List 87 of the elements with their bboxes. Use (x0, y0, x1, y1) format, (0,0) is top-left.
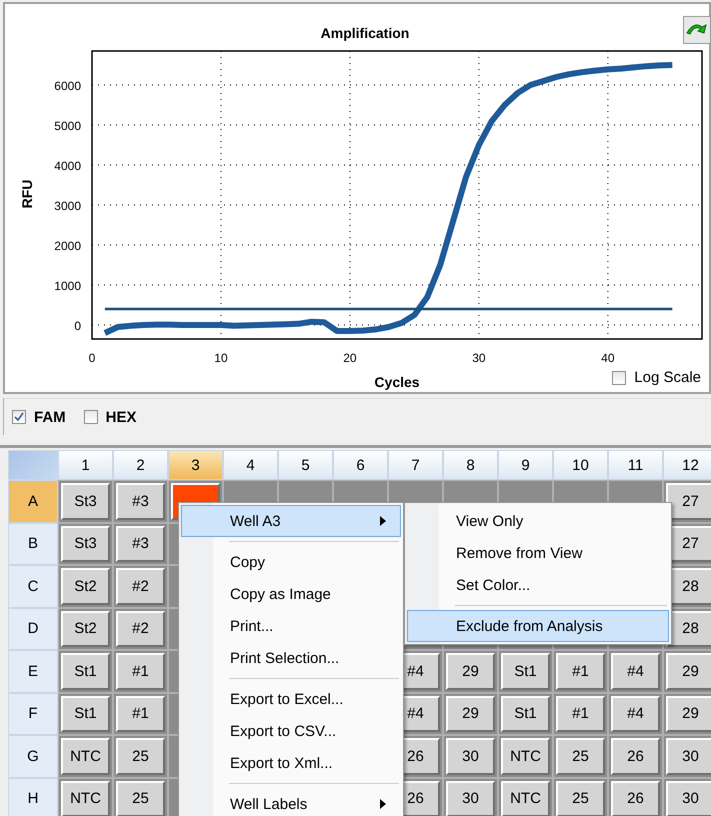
column-header[interactable]: 4 (223, 450, 278, 480)
menu-item[interactable]: Remove from View (407, 537, 669, 569)
well-cell[interactable]: 25 (556, 738, 605, 774)
well-cell[interactable]: #1 (116, 696, 165, 732)
well-cell[interactable]: St2 (61, 610, 110, 647)
well-cell[interactable]: St3 (61, 483, 110, 520)
row-header[interactable]: G (8, 735, 58, 778)
fluorophore-label: HEX (106, 408, 137, 426)
column-header[interactable]: 6 (333, 450, 388, 480)
well-cell[interactable]: St1 (61, 696, 110, 732)
well-cell[interactable]: 26 (611, 780, 660, 816)
y-tick-label: 4000 (54, 159, 81, 173)
menu-item[interactable]: View Only (407, 505, 669, 537)
well-cell[interactable]: #1 (116, 653, 165, 690)
column-header[interactable]: 11 (608, 450, 663, 480)
x-tick-label: 0 (88, 351, 96, 365)
y-tick-label: 5000 (54, 119, 81, 133)
well-cell[interactable]: NTC (61, 738, 110, 774)
well-cell[interactable]: 29 (666, 653, 711, 690)
well-cell[interactable]: NTC (501, 780, 550, 816)
column-header[interactable]: 1 (58, 450, 113, 480)
well-cell[interactable]: NTC (61, 780, 110, 816)
row-header[interactable]: D (8, 608, 58, 650)
x-tick-label: 40 (601, 351, 615, 365)
well-cell[interactable]: #4 (611, 653, 660, 690)
y-tick-label: 1000 (54, 279, 81, 293)
well-cell[interactable]: St1 (501, 653, 550, 690)
well-cell[interactable]: 30 (446, 780, 495, 816)
well-cell[interactable]: #1 (556, 696, 605, 732)
y-tick-label: 3000 (54, 199, 81, 213)
checkbox[interactable] (12, 410, 26, 424)
column-header[interactable]: 3 (168, 450, 223, 480)
well-cell[interactable]: 30 (446, 738, 495, 774)
fluorophore-label: FAM (34, 408, 66, 426)
column-header[interactable]: 7 (388, 450, 443, 480)
x-tick-label: 20 (343, 351, 357, 365)
well-cell[interactable]: #1 (556, 653, 605, 690)
column-header[interactable]: 10 (553, 450, 608, 480)
well-cell[interactable]: 30 (666, 738, 711, 774)
well-cell[interactable]: 29 (446, 696, 495, 732)
column-header[interactable]: 8 (443, 450, 498, 480)
well-cell[interactable]: St1 (501, 696, 550, 732)
column-header[interactable]: 5 (278, 450, 333, 480)
y-tick-label: 2000 (54, 239, 81, 253)
checkbox[interactable] (612, 370, 626, 384)
column-header[interactable]: 12 (663, 450, 711, 480)
well-cell[interactable]: 25 (556, 780, 605, 816)
menu-item[interactable]: Copy as Image (181, 578, 401, 610)
y-tick-label: 0 (74, 319, 81, 333)
well-cell[interactable]: 25 (116, 780, 165, 816)
well-cell[interactable]: 30 (666, 780, 711, 816)
menu-item[interactable]: Well A3 (181, 505, 401, 537)
well-cell[interactable]: St1 (61, 653, 110, 690)
well-cell[interactable]: #3 (116, 526, 165, 562)
well-cell[interactable]: NTC (501, 738, 550, 774)
well-cell[interactable]: 29 (446, 653, 495, 690)
well-cell[interactable]: St2 (61, 568, 110, 604)
curve-tool-icon[interactable] (683, 16, 711, 44)
menu-item[interactable]: Copy (181, 546, 401, 578)
row-header[interactable]: B (8, 522, 58, 565)
column-header[interactable]: 9 (498, 450, 553, 480)
well-cell[interactable]: St3 (61, 526, 110, 562)
x-tick-label: 30 (472, 351, 486, 365)
well-cell[interactable]: 26 (611, 738, 660, 774)
column-header[interactable]: 2 (113, 450, 168, 480)
menu-item[interactable]: Exclude from Analysis (407, 610, 669, 642)
well-cell[interactable]: #4 (611, 696, 660, 732)
row-header[interactable]: F (8, 692, 58, 735)
well-cell[interactable]: 27 (666, 483, 711, 520)
x-axis-title: Cycles (374, 374, 420, 390)
row-header[interactable]: A (8, 480, 58, 522)
row-header[interactable]: E (8, 650, 58, 692)
well-cell[interactable]: #2 (116, 610, 165, 647)
row-header[interactable]: C (8, 565, 58, 608)
checkbox-label: Log Scale (634, 369, 701, 386)
menu-item[interactable]: Print... (181, 610, 401, 642)
well-cell[interactable]: #3 (116, 483, 165, 520)
well-cell[interactable]: 25 (116, 738, 165, 774)
y-axis-title: RFU (19, 180, 35, 208)
chart-title: Amplification (320, 25, 410, 41)
row-header[interactable]: H (8, 778, 58, 816)
well-cell[interactable]: #2 (116, 568, 165, 604)
menu-item[interactable]: Set Color... (407, 569, 669, 601)
checkbox[interactable] (84, 410, 98, 424)
x-tick-label: 10 (214, 351, 228, 365)
well-cell[interactable]: 29 (666, 696, 711, 732)
y-tick-label: 6000 (54, 79, 81, 93)
